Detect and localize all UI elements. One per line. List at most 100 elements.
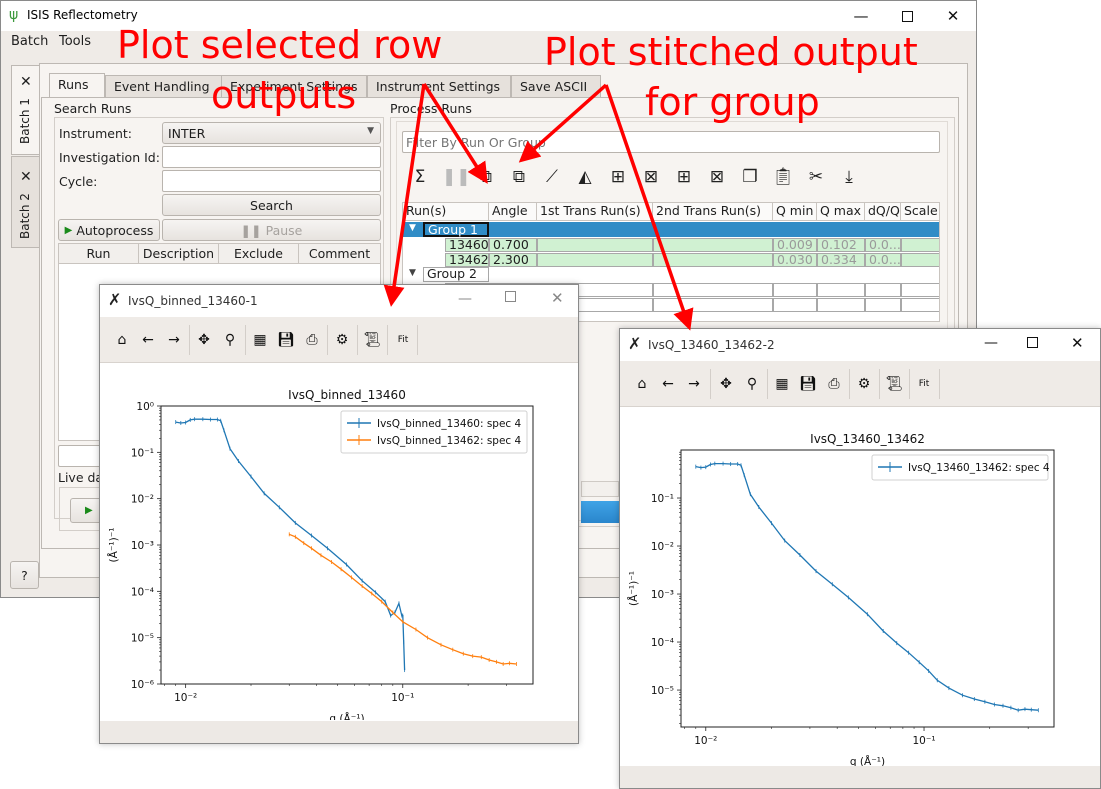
col-runs[interactable]: Run(s) xyxy=(403,203,489,221)
cycle-input[interactable] xyxy=(162,170,381,192)
col-run[interactable]: Run xyxy=(59,244,139,263)
chart-ivsq-stitched[interactable]: IvsQ_13460_13462 10⁻¹ 10⁻² 10⁻³ 10⁻⁴ 10⁻⁵ 10⁻²… xyxy=(620,408,1100,768)
batch-tab-2[interactable]: ✕ Batch 2 xyxy=(11,156,41,248)
plot-selected-groups-button[interactable]: ⧉ xyxy=(508,166,530,188)
expand-arrow-icon[interactable]: ▼ xyxy=(409,223,416,233)
col-trans1[interactable]: 1st Trans Run(s) xyxy=(537,203,653,221)
process-button[interactable]: Σ xyxy=(409,166,431,188)
cell-trans1[interactable] xyxy=(537,238,653,252)
fit-button[interactable]: Fit xyxy=(914,374,934,394)
col-scale[interactable]: Scale xyxy=(901,203,939,221)
expand-button[interactable]: ⤓ xyxy=(838,166,860,188)
cell-trans2[interactable] xyxy=(653,238,773,252)
cell-qmax[interactable] xyxy=(817,298,865,312)
menu-batch[interactable]: Batch xyxy=(11,34,48,49)
table-row[interactable]: 13460 0.700 0.009 0.102 0.0... xyxy=(403,237,939,252)
maximize-button[interactable] xyxy=(505,291,516,302)
cell-trans2[interactable] xyxy=(653,283,773,297)
close-batch-1-icon[interactable]: ✕ xyxy=(20,74,32,90)
tab-instrument-settings[interactable]: Instrument Settings xyxy=(367,75,511,97)
back-icon[interactable]: ← xyxy=(138,330,158,350)
cell-dqq[interactable]: 0.0... xyxy=(865,253,901,267)
copy-button[interactable]: ❐ xyxy=(739,166,761,188)
cell-run[interactable]: 13460 xyxy=(445,238,489,252)
maximize-button[interactable] xyxy=(1027,337,1038,348)
cell-qmin[interactable]: 0.030 xyxy=(773,253,817,267)
maximize-button[interactable] xyxy=(884,1,930,31)
cell-trans2[interactable] xyxy=(653,253,773,267)
save-icon[interactable]: 💾︎ xyxy=(276,330,296,350)
group-name[interactable]: Group 2 xyxy=(423,267,489,282)
cell-scale[interactable] xyxy=(901,298,939,312)
script-icon[interactable]: 📜︎ xyxy=(362,330,382,350)
cell-dqq[interactable]: 0.0... xyxy=(865,238,901,252)
col-exclude[interactable]: Exclude xyxy=(219,244,299,263)
cell-qmax[interactable]: 0.102 xyxy=(817,238,865,252)
cell-qmin[interactable] xyxy=(773,298,817,312)
delete-row-button[interactable]: ⊠ xyxy=(640,166,662,188)
group-row[interactable]: ▼ Group 1 xyxy=(403,222,939,237)
cell-qmax[interactable]: 0.334 xyxy=(817,253,865,267)
close-button[interactable]: ✕ xyxy=(1071,334,1084,352)
plot-selected-rows-button[interactable]: ⧉ xyxy=(475,166,497,188)
minimize-button[interactable]: — xyxy=(458,291,472,307)
cell-angle[interactable]: 2.300 xyxy=(489,253,537,267)
home-icon[interactable]: ⌂ xyxy=(112,330,132,350)
cell-angle[interactable]: 0.700 xyxy=(489,238,537,252)
cell-trans2[interactable] xyxy=(653,298,773,312)
line-chart-button[interactable]: ⟋ xyxy=(541,166,563,188)
cell-dqq[interactable] xyxy=(865,283,901,297)
col-description[interactable]: Description xyxy=(139,244,219,263)
area-chart-button[interactable]: ◭ xyxy=(574,166,596,188)
col-trans2[interactable]: 2nd Trans Run(s) xyxy=(653,203,773,221)
paste-button[interactable]: 📋︎ xyxy=(772,166,794,188)
cell-qmin[interactable] xyxy=(773,283,817,297)
minimize-button[interactable]: — xyxy=(984,335,998,351)
delete-group-button[interactable]: ⊠ xyxy=(706,166,728,188)
cell-run[interactable]: 13462 xyxy=(445,253,489,267)
forward-icon[interactable]: → xyxy=(684,374,704,394)
home-icon[interactable]: ⌂ xyxy=(632,374,652,394)
col-qmin[interactable]: Q min xyxy=(773,203,817,221)
col-qmax[interactable]: Q max xyxy=(817,203,865,221)
tab-save-ascii[interactable]: Save ASCII xyxy=(511,75,601,97)
print-icon[interactable]: ⎙ xyxy=(824,374,844,394)
cell-qmax[interactable] xyxy=(817,283,865,297)
col-comment[interactable]: Comment xyxy=(299,244,380,263)
investigation-id-input[interactable] xyxy=(162,146,381,168)
chart-ivsq-binned[interactable]: IvsQ_binned_13460 10⁰ 10⁻¹ 10⁻² 10⁻³ 10⁻⁴ 10⁻⁵… xyxy=(100,364,578,720)
pan-icon[interactable]: ✥ xyxy=(194,330,214,350)
expand-arrow-icon[interactable]: ▼ xyxy=(409,268,416,278)
script-icon[interactable]: 📜︎ xyxy=(884,374,904,394)
cut-button[interactable]: ✂ xyxy=(805,166,827,188)
settings-icon[interactable]: ⚙ xyxy=(854,374,874,394)
cell-scale[interactable] xyxy=(901,238,939,252)
pause-processing-button[interactable]: ❚❚ xyxy=(442,166,471,188)
group-name[interactable]: Group 1 xyxy=(423,222,489,237)
autoprocess-button[interactable]: ▶ Autoprocess xyxy=(58,219,160,241)
back-icon[interactable]: ← xyxy=(658,374,678,394)
cell-scale[interactable] xyxy=(901,253,939,267)
group-row[interactable]: ▼ Group 2 xyxy=(403,267,939,282)
cell-dqq[interactable] xyxy=(865,298,901,312)
cell-qmin[interactable]: 0.009 xyxy=(773,238,817,252)
insert-group-button[interactable]: ⊞ xyxy=(673,166,695,188)
help-button[interactable]: ? xyxy=(10,561,39,589)
pan-icon[interactable]: ✥ xyxy=(716,374,736,394)
save-icon[interactable]: 💾︎ xyxy=(798,374,818,394)
col-dqq[interactable]: dQ/Q xyxy=(865,203,901,221)
fit-button[interactable]: Fit xyxy=(393,330,413,350)
print-icon[interactable]: ⎙ xyxy=(302,330,322,350)
table-row[interactable]: 13462 2.300 0.030 0.334 0.0... xyxy=(403,252,939,267)
zoom-icon[interactable]: ⚲ xyxy=(742,374,762,394)
grid-icon[interactable]: ▦ xyxy=(772,374,792,394)
cell-trans1[interactable] xyxy=(537,253,653,267)
filter-input[interactable] xyxy=(402,131,940,153)
cell-scale[interactable] xyxy=(901,283,939,297)
menu-tools[interactable]: Tools xyxy=(59,34,91,49)
close-batch-2-icon[interactable]: ✕ xyxy=(20,169,32,185)
grid-icon[interactable]: ▦ xyxy=(250,330,270,350)
insert-row-button[interactable]: ⊞ xyxy=(607,166,629,188)
zoom-icon[interactable]: ⚲ xyxy=(220,330,240,350)
tab-runs[interactable]: Runs xyxy=(49,73,105,97)
